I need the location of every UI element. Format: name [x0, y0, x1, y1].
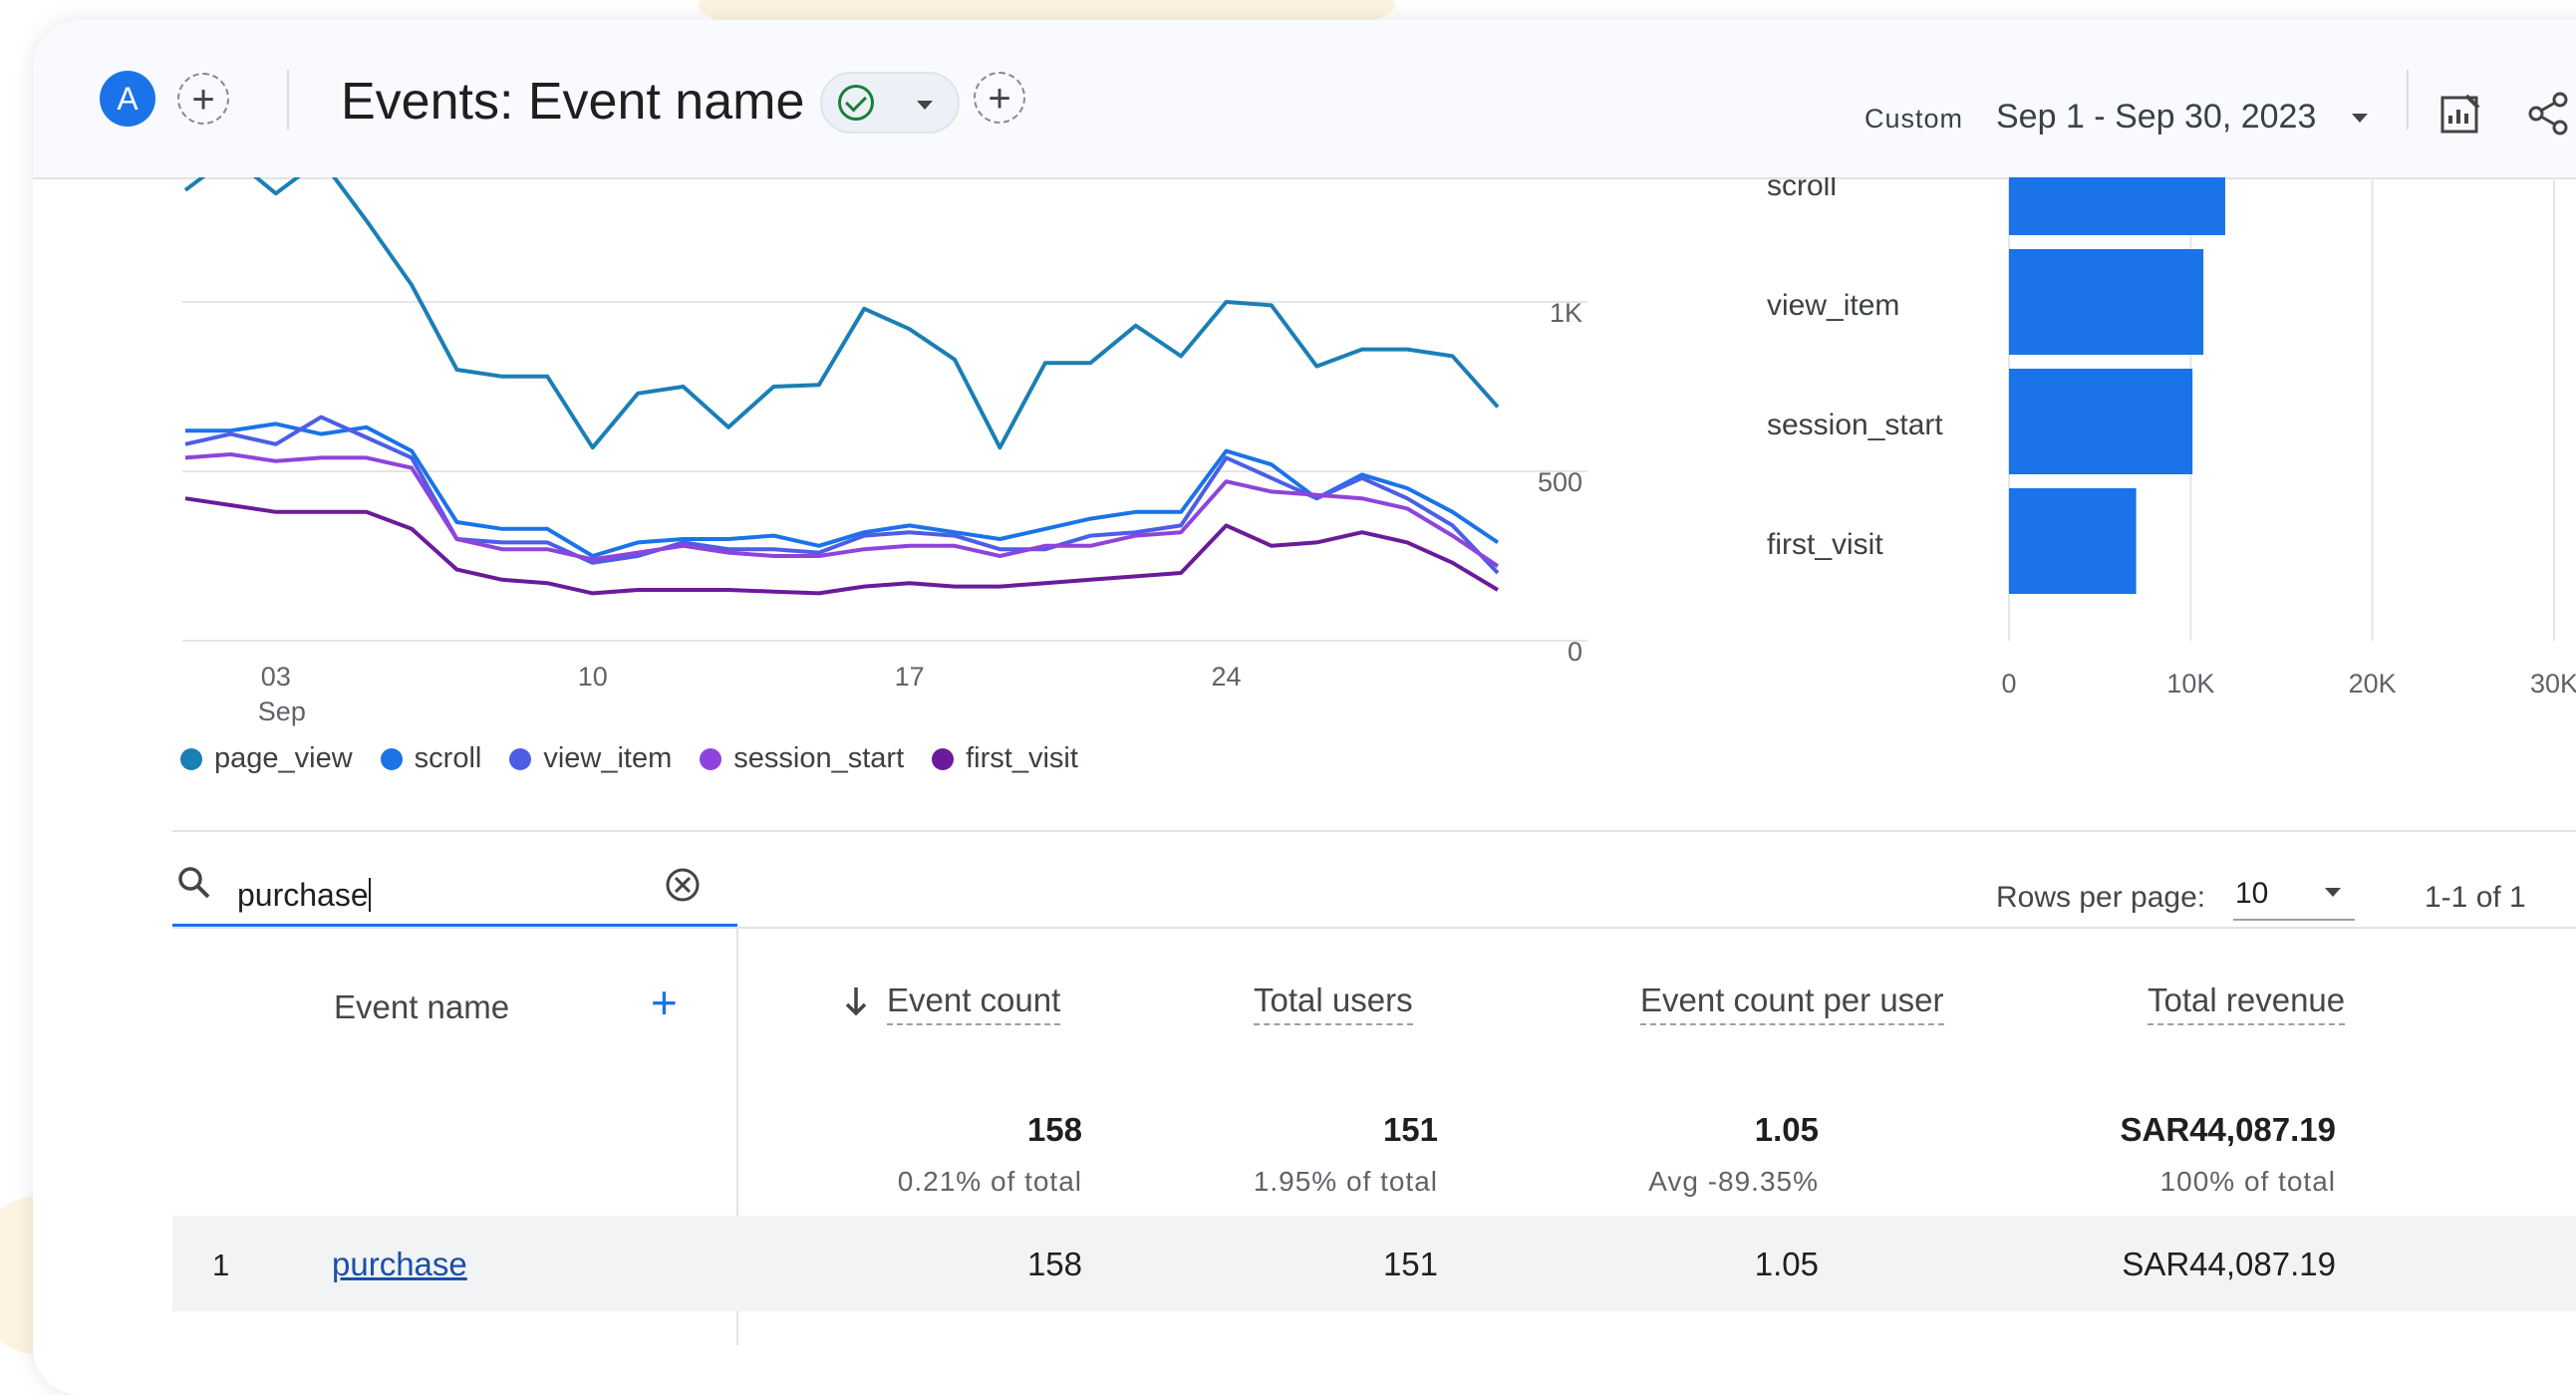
- x-tick-label: 20K: [2349, 669, 2397, 698]
- avatar[interactable]: A: [100, 71, 155, 127]
- select-underline: [2233, 919, 2355, 921]
- x-tick-label: 30K: [2530, 669, 2576, 698]
- row-event-count: 158: [1026, 1246, 1082, 1282]
- total-revenue: SAR44,087.19: [2120, 1111, 2336, 1148]
- chart-legend: page_view scroll view_item session_start…: [180, 742, 1078, 775]
- y-tick-label: 1K: [1550, 298, 1582, 328]
- series-line-page-view: [183, 177, 1500, 450]
- add-dimension-button[interactable]: +: [651, 979, 678, 1025]
- legend-item-session-start[interactable]: session_start: [700, 742, 904, 775]
- x-tick-label: 03: [261, 662, 291, 692]
- bar-session-start: [2009, 369, 2193, 474]
- section-divider: [172, 830, 2576, 832]
- sort-descending-icon[interactable]: [843, 984, 869, 1018]
- y-tick-label: 0: [1568, 637, 1582, 667]
- legend-item-scroll[interactable]: scroll: [380, 742, 482, 775]
- pagination-range: 1-1 of 1: [2425, 881, 2526, 914]
- search-icon: [178, 867, 210, 899]
- page-title: Events: Event name: [341, 73, 805, 131]
- divider: [287, 70, 289, 130]
- line-chart: 0 500 1K 03 10 17 24 Sep: [182, 177, 1587, 726]
- report-card: A + Events: Event name + Custom Sep 1 - …: [33, 20, 2576, 1395]
- legend-label: first_visit: [966, 742, 1078, 774]
- event-name-link[interactable]: purchase: [332, 1246, 467, 1283]
- date-preset-label: Custom: [1864, 104, 1964, 134]
- text-cursor: [368, 878, 371, 912]
- x-tick-label: 0: [2001, 669, 2016, 698]
- row-event-count-per-user: 1.05: [1754, 1246, 1819, 1282]
- date-range-picker[interactable]: Sep 1 - Sep 30, 2023: [1996, 98, 2316, 137]
- legend-item-page-view[interactable]: page_view: [180, 742, 353, 775]
- bar-category-label: first_visit: [1767, 528, 1883, 561]
- column-header-total-users[interactable]: Total users: [1254, 981, 1413, 1025]
- legend-item-first-visit[interactable]: first_visit: [932, 742, 1078, 775]
- bar-category-label: session_start: [1767, 409, 1943, 441]
- rows-per-page-select[interactable]: 10: [2235, 877, 2268, 911]
- customize-report-icon[interactable]: [2436, 90, 2484, 138]
- legend-label: page_view: [214, 742, 353, 774]
- bar-scroll: [2009, 177, 2225, 235]
- report-header: A + Events: Event name + Custom Sep 1 - …: [33, 20, 2576, 179]
- legend-swatch: [932, 747, 955, 770]
- x-tick-label: 10: [578, 662, 608, 692]
- column-header-event-count-per-user[interactable]: Event count per user: [1640, 981, 1944, 1025]
- bar-category-label: view_item: [1767, 289, 1899, 322]
- chevron-down-icon[interactable]: [2325, 888, 2341, 897]
- legend-label: scroll: [414, 742, 482, 774]
- y-tick-label: 500: [1538, 467, 1582, 497]
- share-icon[interactable]: [2524, 90, 2572, 138]
- rows-per-page-label: Rows per page:: [1996, 881, 2206, 914]
- clear-search-icon[interactable]: [664, 866, 702, 904]
- x-tick-label: 10K: [2166, 669, 2214, 698]
- total-users-share: 1.95% of total: [1253, 1166, 1438, 1197]
- legend-swatch: [180, 747, 202, 770]
- legend-item-view-item[interactable]: view_item: [509, 742, 672, 775]
- column-header-event-count[interactable]: Event count: [887, 981, 1061, 1025]
- bar-view-item: [2009, 249, 2204, 355]
- total-revenue-share: 100% of total: [2159, 1166, 2336, 1197]
- total-event-count-per-user-avg: Avg -89.35%: [1648, 1166, 1819, 1197]
- row-total-users: 151: [1382, 1246, 1438, 1282]
- x-tick-label: 24: [1211, 662, 1241, 692]
- total-users: 151: [1382, 1111, 1438, 1148]
- total-event-count-per-user: 1.05: [1754, 1111, 1819, 1148]
- total-event-count: 158: [1026, 1111, 1082, 1148]
- add-filter-button[interactable]: +: [974, 72, 1025, 124]
- legend-swatch: [509, 747, 532, 770]
- table-top-border: [172, 927, 2576, 929]
- column-header-event-name: Event name: [334, 988, 510, 1025]
- row-index: 1: [212, 1248, 230, 1282]
- legend-label: session_start: [733, 742, 905, 774]
- chevron-down-icon: [917, 101, 933, 110]
- bar-chart: 0 10K 20K 30K scroll view_item session_startfi…: [1767, 177, 2576, 698]
- bar-first-visit: [2009, 488, 2137, 594]
- check-circle-icon: [838, 85, 874, 121]
- column-header-total-revenue[interactable]: Total revenue: [2147, 981, 2346, 1025]
- row-total-revenue: SAR44,087.19: [2122, 1246, 2336, 1282]
- x-tick-sublabel: Sep: [258, 697, 306, 726]
- legend-swatch: [700, 747, 722, 770]
- bar-category-label: scroll: [1767, 177, 1837, 202]
- chevron-down-icon[interactable]: [2352, 114, 2368, 123]
- report-status-chip[interactable]: [820, 72, 960, 134]
- total-event-count-share: 0.21% of total: [897, 1166, 1082, 1197]
- x-tick-label: 17: [895, 662, 925, 692]
- divider: [2407, 70, 2409, 130]
- legend-label: view_item: [543, 742, 673, 774]
- search-input[interactable]: purchase: [237, 877, 371, 914]
- add-comparison-button[interactable]: +: [177, 73, 229, 125]
- search-input-value: purchase: [237, 877, 369, 913]
- legend-swatch: [380, 747, 403, 770]
